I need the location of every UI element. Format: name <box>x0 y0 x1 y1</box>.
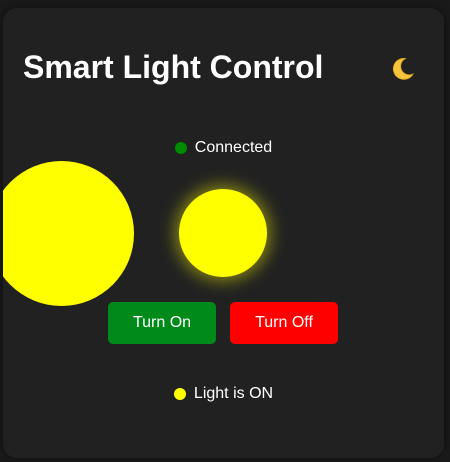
crescent-moon-icon <box>392 58 414 80</box>
light-bulb-indicator <box>179 189 267 277</box>
light-status-text: Light is ON <box>193 385 274 402</box>
connection-status-dot <box>174 142 187 154</box>
theme-toggle-button[interactable] <box>385 52 419 86</box>
connection-status: Connected <box>3 138 444 158</box>
light-status-dot <box>173 388 186 400</box>
light-status: Light is ON <box>3 384 444 404</box>
connection-status-text: Connected <box>194 139 273 156</box>
control-panel: Smart Light Control Connected Turn On Tu… <box>3 8 444 458</box>
turn-off-button[interactable]: Turn Off <box>230 302 338 344</box>
turn-on-button[interactable]: Turn On <box>108 302 216 344</box>
light-glow-circle <box>3 161 134 306</box>
page-title: Smart Light Control <box>23 49 324 85</box>
